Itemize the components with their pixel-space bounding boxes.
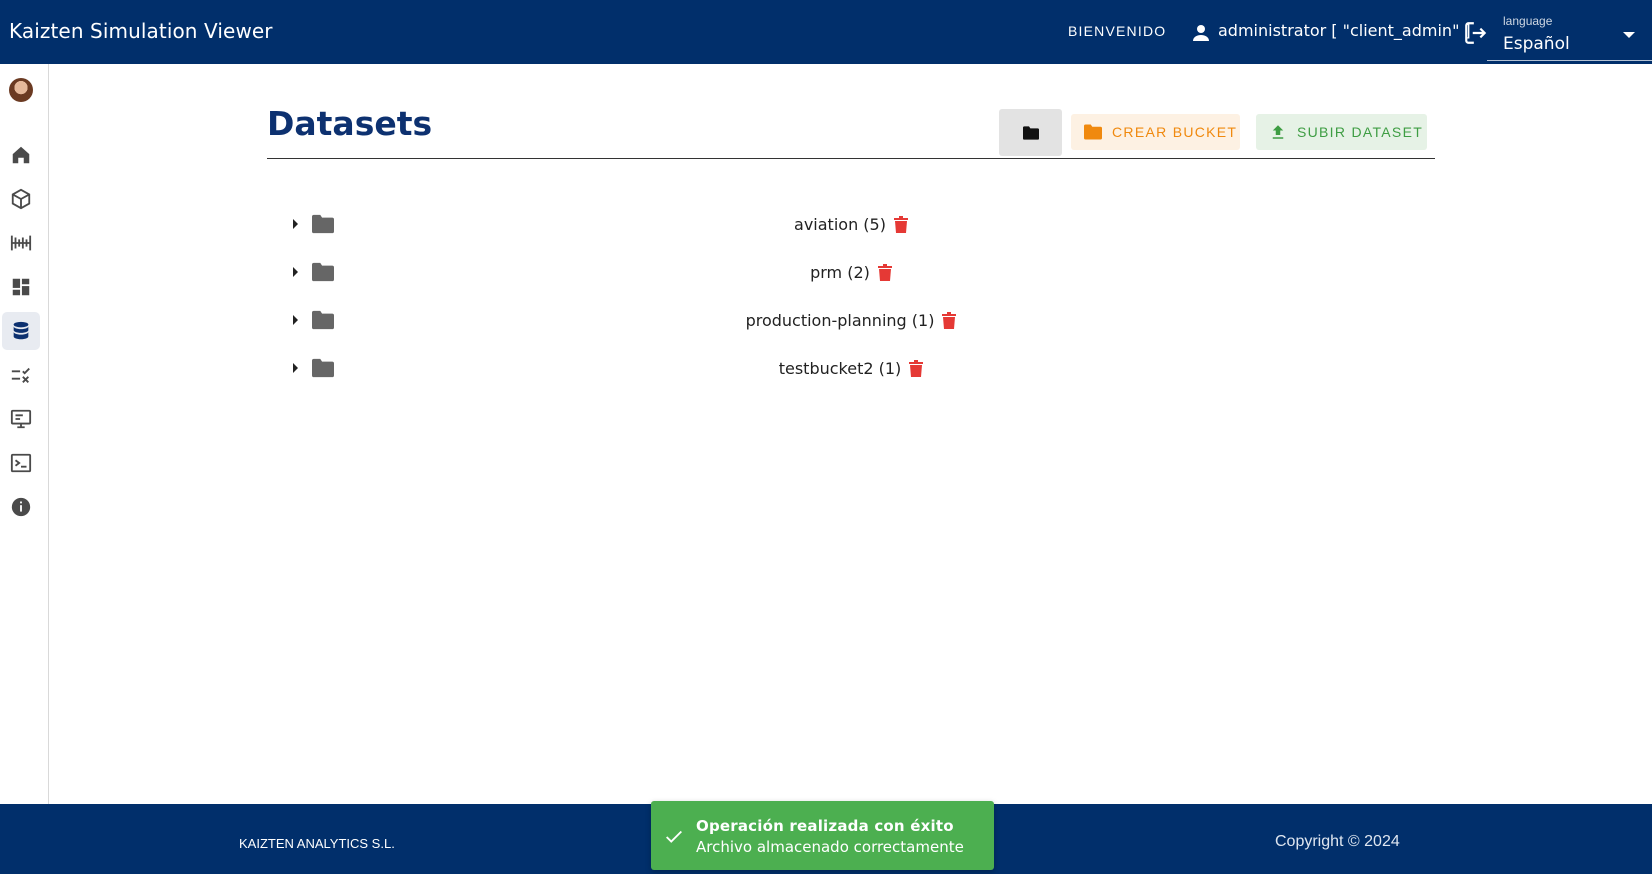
sidebar-item-home[interactable] (2, 136, 40, 174)
toast-message: Archivo almacenado correctamente (696, 838, 964, 856)
tree-row: aviation (5) (267, 201, 1435, 249)
bucket-label[interactable]: aviation (5) (794, 215, 886, 234)
page-title: Datasets (267, 104, 433, 143)
company-name: KAIZTEN ANALYTICS S.L. (239, 836, 395, 851)
sidebar-item-info[interactable] (2, 488, 40, 526)
tree-row: prm (2) (267, 249, 1435, 297)
folder-view-button[interactable] (999, 109, 1062, 156)
toast-title: Operación realizada con éxito (696, 817, 954, 835)
sidebar-item-models[interactable] (2, 180, 40, 218)
user-icon (1193, 25, 1209, 41)
sidebar-item-timeline[interactable] (2, 224, 40, 262)
delete-icon[interactable] (942, 312, 957, 329)
bucket-tree: aviation (5) prm (2) production-planning… (267, 201, 1435, 393)
row-label-group: prm (2) (267, 263, 1435, 282)
language-select-label: language (1503, 14, 1553, 28)
monitor-icon (10, 409, 32, 429)
logout-icon[interactable] (1463, 20, 1489, 46)
info-icon (11, 497, 31, 517)
bucket-label[interactable]: prm (2) (810, 263, 870, 282)
chevron-down-icon (1623, 32, 1635, 38)
sidebar-item-datasets[interactable] (2, 312, 40, 350)
rule-icon (11, 367, 30, 383)
success-toast[interactable]: Operación realizada con éxito Archivo al… (651, 801, 994, 870)
bucket-label[interactable]: production-planning (1) (746, 311, 935, 330)
upload-dataset-label: SUBIR DATASET (1297, 124, 1424, 140)
delete-icon[interactable] (909, 360, 924, 377)
tree-row: production-planning (1) (267, 297, 1435, 345)
upload-dataset-button[interactable]: SUBIR DATASET (1256, 114, 1427, 150)
sidebar-item-dashboard[interactable] (2, 268, 40, 306)
delete-icon[interactable] (877, 264, 892, 281)
app-title: Kaizten Simulation Viewer (9, 19, 273, 43)
dashboard-icon (12, 278, 30, 296)
terminal-icon (10, 453, 32, 473)
top-app-bar: Kaizten Simulation Viewer BIENVENIDO adm… (0, 0, 1652, 64)
cube-icon (11, 188, 31, 210)
create-bucket-label: CREAR BUCKET (1112, 124, 1238, 140)
home-icon (12, 146, 30, 164)
tree-row: testbucket2 (1) (267, 345, 1435, 393)
create-bucket-button[interactable]: CREAR BUCKET (1071, 114, 1240, 150)
copyright-text: Copyright © 2024 (1275, 833, 1400, 850)
row-label-group: aviation (5) (267, 215, 1435, 234)
sidebar-item-monitor[interactable] (2, 400, 40, 438)
sidebar (0, 64, 49, 804)
sidebar-item-terminal[interactable] (2, 444, 40, 482)
language-select-value: Español (1503, 34, 1570, 54)
folder-icon (1084, 124, 1102, 140)
sidebar-item-rules[interactable] (2, 356, 40, 394)
upload-icon (1272, 125, 1284, 139)
avatar[interactable] (9, 78, 33, 102)
database-icon (13, 321, 29, 340)
welcome-label: BIENVENIDO (1068, 23, 1167, 39)
row-label-group: production-planning (1) (267, 311, 1435, 330)
folder-icon (1022, 125, 1039, 140)
current-user: administrator [ "client_admin" ] (1218, 21, 1471, 40)
language-select[interactable]: language Español (1487, 8, 1652, 61)
delete-icon[interactable] (893, 216, 908, 233)
timeline-icon (10, 235, 32, 251)
row-label-group: testbucket2 (1) (267, 359, 1435, 378)
check-icon (666, 830, 682, 843)
title-divider (267, 158, 1435, 159)
bucket-label[interactable]: testbucket2 (1) (779, 359, 902, 378)
